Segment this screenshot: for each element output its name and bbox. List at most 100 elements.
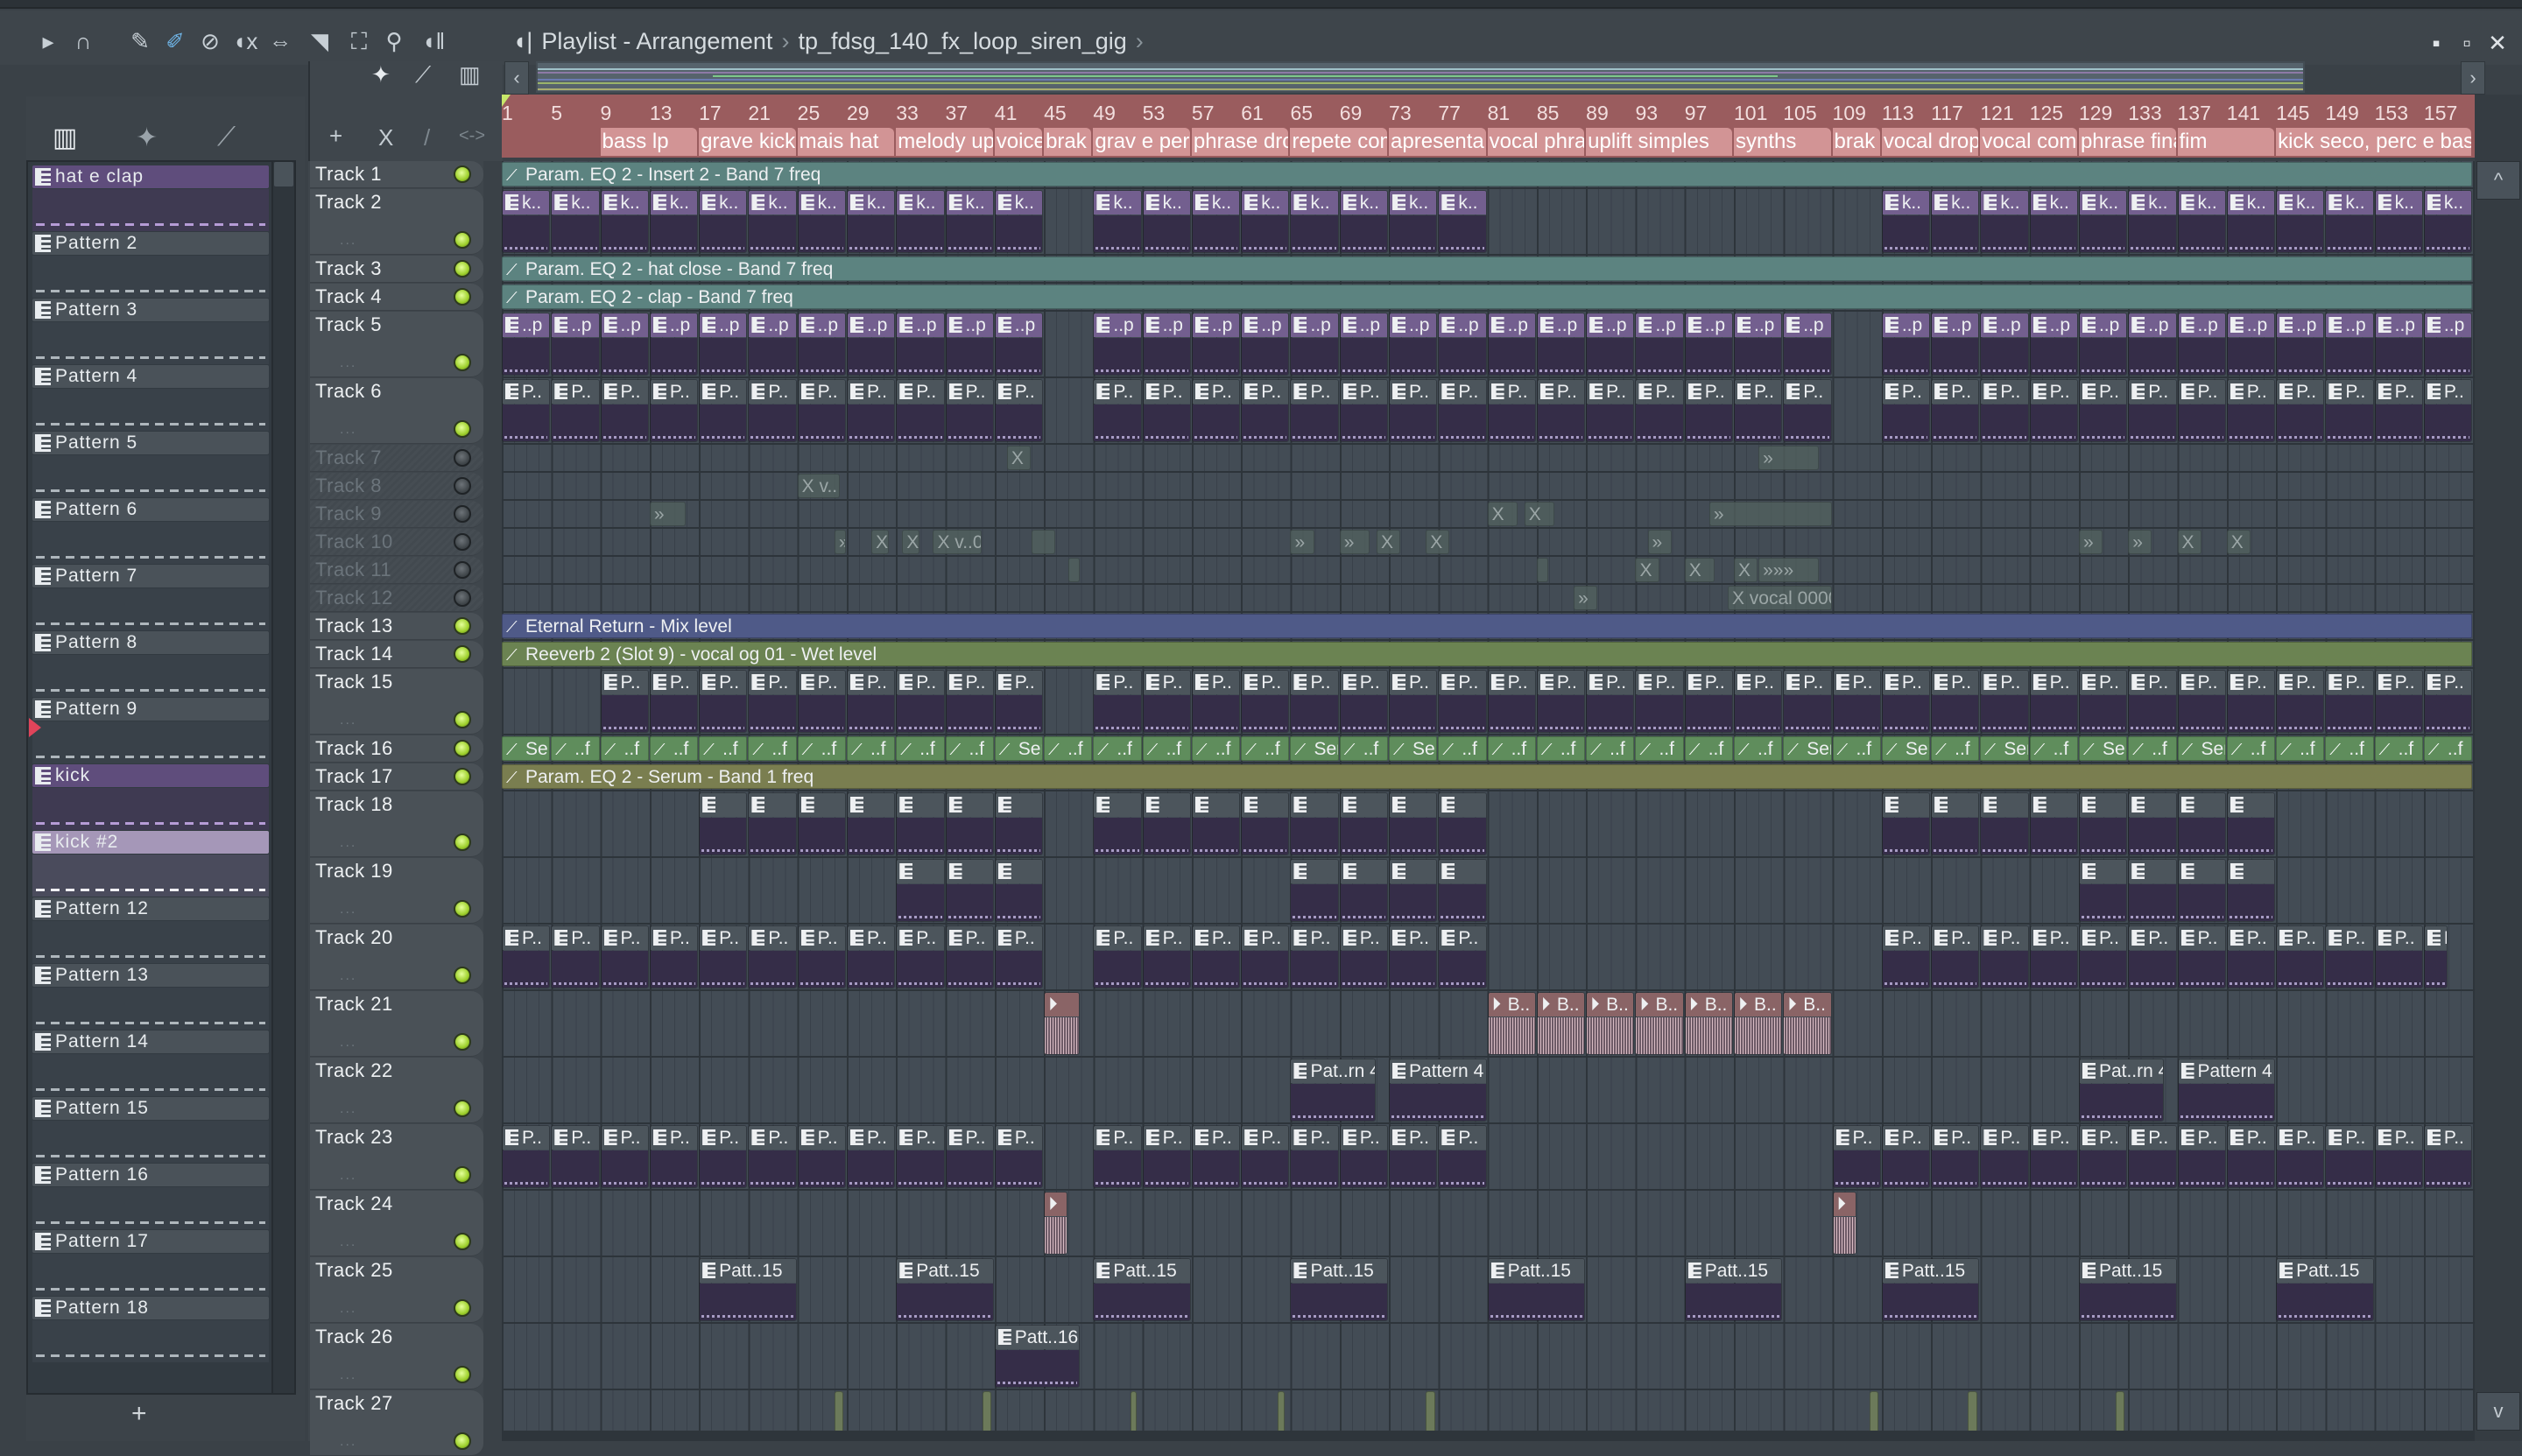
pattern-clip[interactable] xyxy=(1389,792,1438,855)
track-header[interactable]: Track 3 xyxy=(310,256,483,283)
pattern-clip[interactable]: P.. xyxy=(2276,379,2325,442)
pattern-clip[interactable]: k.. xyxy=(1438,190,1487,253)
pattern-clip[interactable]: P.. xyxy=(748,379,797,442)
automation-clip[interactable]: ⟋ ..f xyxy=(2226,736,2276,761)
pattern-clip[interactable]: P.. xyxy=(945,670,994,733)
track-header[interactable]: Track 21... xyxy=(310,991,483,1057)
pattern-clip[interactable] xyxy=(1093,792,1142,855)
automation-clip[interactable]: ⟋Seru..toff xyxy=(502,736,551,761)
pattern-clip[interactable]: P.. xyxy=(1931,925,1980,988)
pattern-clip[interactable]: P.. xyxy=(2276,1125,2325,1188)
pattern-clip[interactable]: P.. xyxy=(797,670,846,733)
scroll-right-button[interactable]: › xyxy=(2461,61,2485,95)
slip-icon[interactable]: ⇔ xyxy=(267,28,293,54)
audio-clip[interactable]: ⏵ B.. xyxy=(1536,992,1586,1055)
automation-clip[interactable]: ⟋ ..f xyxy=(1536,736,1586,761)
pattern-clip[interactable]: P.. xyxy=(1142,670,1191,733)
track-options-icon[interactable]: ... xyxy=(340,713,356,728)
marker[interactable]: vocal drop e xyxy=(1881,128,1979,156)
pattern-clip[interactable]: P.. xyxy=(2128,1125,2177,1188)
arrangement-overview[interactable] xyxy=(536,61,2305,93)
pattern-clip[interactable]: P.. xyxy=(2325,1125,2374,1188)
scroll-left-button[interactable]: ‹ xyxy=(504,61,529,95)
track-enable-toggle[interactable] xyxy=(454,420,471,438)
marker[interactable]: brak xyxy=(1832,128,1880,156)
pattern-item[interactable]: Pattern 14 xyxy=(32,1030,269,1097)
pattern-clip[interactable]: k.. xyxy=(699,190,748,253)
pattern-clip[interactable]: P.. xyxy=(2128,925,2177,988)
pattern-clip[interactable]: P.. xyxy=(945,925,994,988)
automation-clip[interactable]: ⟋ ..f xyxy=(551,736,600,761)
pattern-clip[interactable]: P.. xyxy=(2078,379,2128,442)
pattern-clip[interactable]: P.. xyxy=(1734,379,1783,442)
track-header[interactable]: Track 9 xyxy=(310,501,483,528)
marker[interactable]: fim xyxy=(2177,128,2275,156)
track-header[interactable]: Track 16 xyxy=(310,735,483,763)
track-options-icon[interactable]: ... xyxy=(340,233,356,249)
pattern-clip[interactable]: k.. xyxy=(1881,190,1931,253)
audio-clip[interactable] xyxy=(1536,558,1548,582)
pattern-clip[interactable]: P.. xyxy=(1536,670,1586,733)
track-header[interactable]: Track 25... xyxy=(310,1257,483,1323)
track-header[interactable]: Track 4 xyxy=(310,284,483,311)
audio-clip[interactable]: ⏵ xyxy=(1832,1192,1856,1255)
pattern-clip[interactable]: P.. xyxy=(2029,1125,2078,1188)
pattern-clip[interactable]: P.. xyxy=(994,1125,1044,1188)
audio-clip[interactable]: X v.. xyxy=(797,474,840,498)
pattern-clip[interactable]: P.. xyxy=(1684,379,1733,442)
wave-tool-icon[interactable]: / xyxy=(424,124,430,151)
pattern-clip[interactable]: P.. xyxy=(1142,379,1191,442)
pattern-clip[interactable]: ..p xyxy=(2276,313,2325,376)
track-enable-toggle[interactable] xyxy=(454,561,471,579)
track-enable-toggle[interactable] xyxy=(454,533,471,551)
pattern-clip[interactable]: k.. xyxy=(1389,190,1438,253)
pattern-list-scrollbar[interactable] xyxy=(271,160,296,1395)
pattern-clip[interactable]: P.. xyxy=(994,925,1044,988)
marker-clip[interactable] xyxy=(1278,1391,1285,1431)
pattern-clip[interactable]: Pat..rn 4 xyxy=(1290,1059,1376,1122)
scroll-down-button[interactable]: v xyxy=(2476,1392,2520,1431)
pattern-clip[interactable]: P.. xyxy=(797,1125,846,1188)
track-options-icon[interactable]: ... xyxy=(340,1168,356,1184)
pattern-clip[interactable]: ..p xyxy=(1734,313,1783,376)
automation-clip[interactable]: ⟋ ..f xyxy=(1586,736,1635,761)
audio-clip[interactable] xyxy=(1032,530,1056,554)
marker-clip[interactable] xyxy=(2116,1391,2125,1431)
pattern-clip[interactable]: P.. xyxy=(2374,925,2423,988)
pattern-clip[interactable]: P.. xyxy=(1241,1125,1290,1188)
pattern-item[interactable]: Pattern 18 xyxy=(32,1297,269,1363)
pattern-clip[interactable]: k.. xyxy=(2423,190,2473,253)
track-enable-toggle[interactable] xyxy=(454,231,471,249)
pattern-item[interactable]: Pattern 8 xyxy=(32,631,269,698)
automation-clip[interactable]: ⟋ ..f xyxy=(1438,736,1487,761)
audio-clip[interactable]: » xyxy=(1647,530,1672,554)
pattern-clip[interactable]: ..p xyxy=(2128,313,2177,376)
pattern-clip[interactable]: P.. xyxy=(1339,925,1389,988)
pattern-clip[interactable]: P.. xyxy=(2423,379,2473,442)
automation-clip[interactable]: ⟋ ..f xyxy=(1241,736,1290,761)
pattern-clip[interactable]: P.. xyxy=(1684,670,1733,733)
pattern-clip[interactable]: P.. xyxy=(846,1125,896,1188)
track-options-icon[interactable]: ... xyxy=(340,422,356,438)
pattern-clip[interactable]: P.. xyxy=(699,925,748,988)
pattern-clip[interactable]: ..p xyxy=(1635,313,1684,376)
automation-clip[interactable]: ⟋ ..f xyxy=(2325,736,2374,761)
pattern-clip[interactable]: P.. xyxy=(994,379,1044,442)
marker[interactable]: kick seco, perc e bass lp xyxy=(2276,128,2472,156)
pattern-clip[interactable]: P.. xyxy=(600,379,649,442)
pattern-clip[interactable]: P.. xyxy=(600,670,649,733)
track-options-icon[interactable]: ... xyxy=(340,968,356,984)
marker[interactable]: melody up xyxy=(896,128,993,156)
automation-clip[interactable]: ⟋Seru..toff xyxy=(994,736,1044,761)
pattern-clip[interactable]: P.. xyxy=(699,1125,748,1188)
pattern-header[interactable]: hat e clap xyxy=(32,165,269,188)
pattern-clip[interactable]: P.. xyxy=(846,379,896,442)
scrollbar-thumb[interactable] xyxy=(274,162,293,186)
pattern-clip[interactable]: P.. xyxy=(2078,1125,2128,1188)
audio-clip[interactable]: » xyxy=(1708,502,1832,526)
pattern-clip[interactable]: P.. xyxy=(1586,670,1635,733)
pattern-clip[interactable] xyxy=(1241,792,1290,855)
pattern-clip[interactable]: k.. xyxy=(945,190,994,253)
track-header[interactable]: Track 14 xyxy=(310,641,483,668)
pattern-clip[interactable]: P.. xyxy=(1438,925,1487,988)
